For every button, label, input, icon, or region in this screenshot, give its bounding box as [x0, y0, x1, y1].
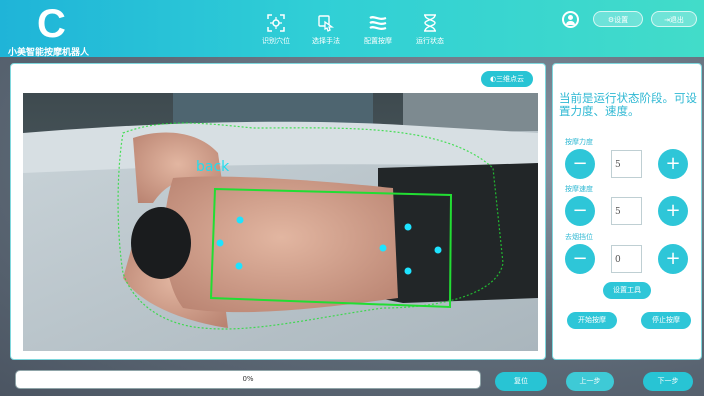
- logo-mark: C: [37, 2, 66, 46]
- progress-text: 0%: [242, 375, 254, 383]
- nav-label: 识别穴位: [262, 37, 290, 45]
- point-cloud-button[interactable]: ◐三维点云: [481, 71, 533, 87]
- hand-icon: [318, 15, 335, 32]
- acupoint-marker: [235, 262, 243, 270]
- sliders-icon: [369, 16, 387, 30]
- smoke-increase-button[interactable]: +: [658, 244, 688, 274]
- main-nav: 识别穴位 选择手法 配置按摩 运行状态: [250, 6, 470, 54]
- force-increase-button[interactable]: +: [658, 149, 688, 179]
- nav-label: 运行状态: [416, 37, 444, 45]
- previous-step-button[interactable]: 上一步: [566, 372, 614, 391]
- speed-value-field[interactable]: 5: [611, 197, 642, 225]
- acupoint-marker: [379, 244, 387, 252]
- start-massage-button[interactable]: 开始按摩: [567, 312, 617, 329]
- smoke-decrease-button[interactable]: −: [565, 244, 595, 274]
- camera-view: back: [23, 93, 538, 351]
- acupoint-marker: [236, 216, 244, 224]
- nav-item-identify-acupoints[interactable]: 识别穴位: [250, 6, 302, 46]
- stop-massage-button[interactable]: 停止按摩: [641, 312, 691, 329]
- hourglass-icon: [424, 14, 436, 32]
- nav-label: 配置按摩: [364, 37, 392, 45]
- exit-button[interactable]: ⇥退出: [651, 11, 697, 27]
- user-icon[interactable]: [562, 11, 579, 28]
- top-header: C 小美智能按摩机器人 识别穴位 选择手法 配置按摩 运行状态 ⚙设置 ⇥退出: [0, 0, 704, 58]
- camera-image: back: [23, 93, 538, 351]
- settings-button[interactable]: ⚙设置: [593, 11, 643, 27]
- param-label-smoke-level: 去烟挡位: [565, 233, 593, 241]
- nav-item-configure-massage[interactable]: 配置按摩: [352, 6, 404, 46]
- progress-bar: 0%: [15, 370, 481, 389]
- force-decrease-button[interactable]: −: [565, 149, 595, 179]
- nav-item-run-status[interactable]: 运行状态: [404, 6, 456, 46]
- acupoint-marker: [404, 223, 412, 231]
- next-step-button[interactable]: 下一步: [643, 372, 693, 391]
- acupoint-marker: [404, 267, 412, 275]
- status-hint: 当前是运行状态阶段。可设置力度、速度。: [559, 91, 697, 118]
- target-icon: [267, 14, 285, 32]
- param-label-force: 按摩力度: [565, 138, 593, 146]
- reset-button[interactable]: 复位: [495, 372, 547, 391]
- param-label-speed: 按摩速度: [565, 185, 593, 193]
- app-logo: C 小美智能按摩机器人: [4, 2, 124, 58]
- acupoint-marker: [216, 239, 224, 247]
- acupoint-marker: [434, 246, 442, 254]
- camera-panel: ◐三维点云 back: [10, 63, 546, 360]
- smoke-value-field[interactable]: 0: [611, 245, 642, 273]
- speed-decrease-button[interactable]: −: [565, 196, 595, 226]
- nav-item-select-technique[interactable]: 选择手法: [300, 6, 352, 46]
- nav-label: 选择手法: [312, 37, 340, 45]
- control-panel: 当前是运行状态阶段。可设置力度、速度。 按摩力度 − 5 + 按摩速度 − 5 …: [552, 63, 702, 360]
- app-title: 小美智能按摩机器人: [8, 48, 90, 58]
- speed-increase-button[interactable]: +: [658, 196, 688, 226]
- set-tool-button[interactable]: 设置工具: [603, 282, 651, 299]
- region-label: back: [196, 159, 230, 175]
- force-value-field[interactable]: 5: [611, 150, 642, 178]
